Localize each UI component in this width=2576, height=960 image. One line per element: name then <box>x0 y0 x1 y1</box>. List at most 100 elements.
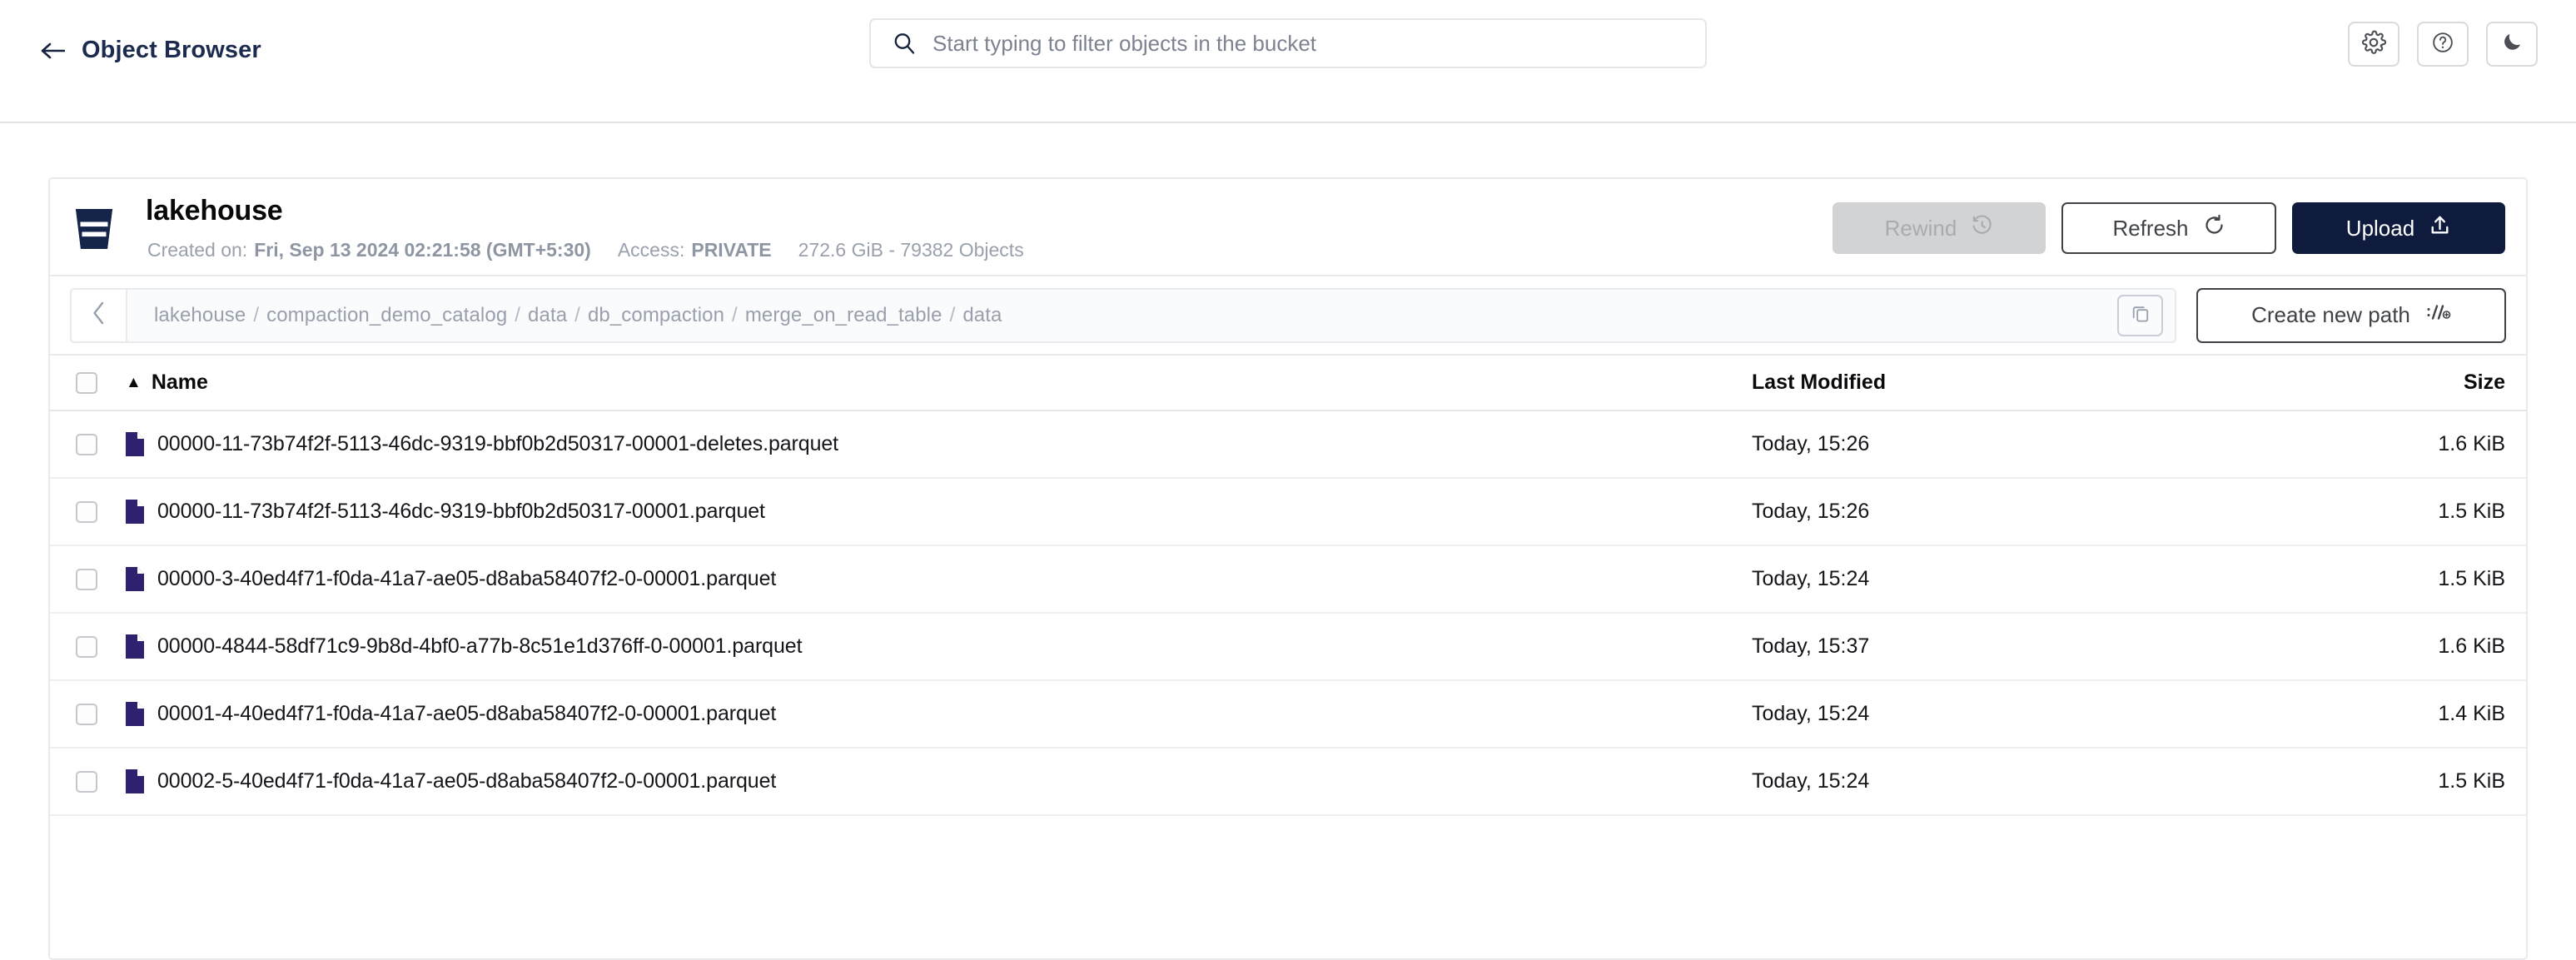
table-row[interactable]: 00000-3-40ed4f71-f0da-41a7-ae05-d8aba584… <box>50 546 2526 614</box>
breadcrumb-separator: / <box>574 303 580 326</box>
row-checkbox[interactable] <box>76 703 97 725</box>
table-body: 00000-11-73b74f2f-5113-46dc-9319-bbf0b2d… <box>50 411 2526 816</box>
object-name-cell[interactable]: 00001-4-40ed4f71-f0da-41a7-ae05-d8aba584… <box>123 702 1752 726</box>
created-on-label: Created on: <box>147 239 248 261</box>
row-select-cell <box>50 433 123 455</box>
bucket-browser-card: lakehouse Created on: Fri, Sep 13 2024 0… <box>48 177 2528 960</box>
row-select-cell <box>50 635 123 658</box>
gear-icon <box>2361 30 2387 59</box>
breadcrumb-segment[interactable]: data <box>528 304 567 326</box>
object-name: 00002-5-40ed4f71-f0da-41a7-ae05-d8aba584… <box>157 769 777 793</box>
parquet-file-icon <box>126 702 144 726</box>
created-on-value: Fri, Sep 13 2024 02:21:58 (GMT+5:30) <box>254 239 591 261</box>
refresh-button[interactable]: Refresh <box>2061 202 2276 254</box>
bucket-name: lakehouse <box>146 195 283 226</box>
search-icon <box>893 32 916 55</box>
object-name: 00000-4844-58df71c9-9b8d-4bf0-a77b-8c51e… <box>157 634 803 658</box>
search-bar[interactable] <box>869 18 1707 68</box>
chevron-left-icon <box>89 301 109 330</box>
table-row[interactable]: 00002-5-40ed4f71-f0da-41a7-ae05-d8aba584… <box>50 749 2526 816</box>
parquet-file-icon <box>126 567 144 591</box>
access-label: Access: <box>617 239 685 261</box>
breadcrumb-path: lakehouse / compaction_demo_catalog / data / d… <box>126 287 2176 343</box>
object-name: 00000-11-73b74f2f-5113-46dc-9319-bbf0b2d… <box>157 432 839 455</box>
row-select-cell <box>50 568 123 590</box>
row-select-cell <box>50 703 123 725</box>
row-checkbox[interactable] <box>76 770 97 793</box>
table-row[interactable]: 00000-4844-58df71c9-9b8d-4bf0-a77b-8c51e… <box>50 614 2526 681</box>
refresh-icon <box>2203 214 2225 242</box>
object-last-modified: Today, 15:26 <box>1752 432 1870 455</box>
object-name-cell[interactable]: 00000-11-73b74f2f-5113-46dc-9319-bbf0b2d… <box>123 432 1752 456</box>
object-last-modified: Today, 15:24 <box>1752 769 1870 793</box>
create-new-path-label: Create new path <box>2251 302 2410 327</box>
breadcrumb: lakehouse / compaction_demo_catalog / data / d… <box>154 304 1002 327</box>
create-new-path-button[interactable]: Create new path <box>2196 287 2506 343</box>
object-name-cell[interactable]: 00000-11-73b74f2f-5113-46dc-9319-bbf0b2d… <box>123 500 1752 524</box>
breadcrumb-separator: / <box>949 303 956 326</box>
row-select-cell <box>50 770 123 793</box>
upload-button[interactable]: Upload <box>2292 202 2505 254</box>
object-last-modified: Today, 15:24 <box>1752 567 1870 590</box>
table-row[interactable]: 00001-4-40ed4f71-f0da-41a7-ae05-d8aba584… <box>50 681 2526 749</box>
upload-icon <box>2429 214 2451 242</box>
breadcrumb-segment[interactable]: compaction_demo_catalog <box>266 304 507 326</box>
breadcrumb-back-button[interactable] <box>70 287 126 343</box>
rewind-button[interactable]: Rewind <box>1833 202 2046 254</box>
object-name: 00000-11-73b74f2f-5113-46dc-9319-bbf0b2d… <box>157 500 765 523</box>
object-size: 1.5 KiB <box>2438 500 2505 523</box>
breadcrumb-separator: / <box>732 303 738 326</box>
back-to-buckets-link[interactable]: Object Browser <box>38 37 261 64</box>
parquet-file-icon <box>126 769 144 793</box>
search-input[interactable] <box>932 30 1665 57</box>
access-value: PRIVATE <box>691 239 772 261</box>
sort-ascending-icon: ▲ <box>126 373 142 391</box>
select-all-checkbox[interactable] <box>76 371 97 394</box>
breadcrumb-segment[interactable]: merge_on_read_table <box>745 304 942 326</box>
parquet-file-icon <box>126 634 144 659</box>
object-size: 1.6 KiB <box>2438 634 2505 658</box>
row-checkbox[interactable] <box>76 635 97 658</box>
column-header-name[interactable]: ▲ Name <box>123 371 1752 395</box>
object-last-modified: Today, 15:26 <box>1752 500 1870 523</box>
objects-table: ▲ Name Last Modified Size 00000-11-73b74… <box>50 356 2526 816</box>
row-checkbox[interactable] <box>76 433 97 455</box>
copy-icon <box>2131 303 2151 327</box>
object-last-modified: Today, 15:37 <box>1752 634 1870 658</box>
object-last-modified: Today, 15:24 <box>1752 702 1870 725</box>
dark-mode-toggle[interactable] <box>2486 22 2538 67</box>
refresh-button-label: Refresh <box>2112 215 2189 241</box>
moon-icon <box>2501 31 2524 57</box>
help-button[interactable] <box>2417 22 2469 67</box>
breadcrumb-segment[interactable]: data <box>962 304 1002 326</box>
back-label: Object Browser <box>82 37 261 63</box>
rewind-button-label: Rewind <box>1884 215 1957 241</box>
object-size: 1.5 KiB <box>2438 769 2505 793</box>
question-circle-icon <box>2431 31 2454 58</box>
breadcrumb-segment[interactable]: db_compaction <box>588 304 724 326</box>
object-size: 1.6 KiB <box>2438 432 2505 455</box>
table-row[interactable]: 00000-11-73b74f2f-5113-46dc-9319-bbf0b2d… <box>50 479 2526 546</box>
object-name-cell[interactable]: 00000-3-40ed4f71-f0da-41a7-ae05-d8aba584… <box>123 567 1752 591</box>
object-name-cell[interactable]: 00000-4844-58df71c9-9b8d-4bf0-a77b-8c51e… <box>123 634 1752 659</box>
table-header-row: ▲ Name Last Modified Size <box>50 356 2526 411</box>
row-checkbox[interactable] <box>76 568 97 590</box>
arrow-left-icon <box>38 39 67 62</box>
parquet-file-icon <box>126 500 144 524</box>
object-size: 1.4 KiB <box>2438 702 2505 725</box>
table-row[interactable]: 00000-11-73b74f2f-5113-46dc-9319-bbf0b2d… <box>50 411 2526 479</box>
object-name-cell[interactable]: 00002-5-40ed4f71-f0da-41a7-ae05-d8aba584… <box>123 769 1752 793</box>
row-checkbox[interactable] <box>76 500 97 523</box>
breadcrumb-segment[interactable]: lakehouse <box>154 304 246 326</box>
bucket-icon <box>72 206 116 251</box>
column-header-last-modified[interactable]: Last Modified <box>1752 371 2335 395</box>
bucket-header: lakehouse Created on: Fri, Sep 13 2024 0… <box>50 179 2526 276</box>
parquet-file-icon <box>126 432 144 456</box>
copy-path-button[interactable] <box>2117 294 2163 336</box>
breadcrumb-separator: / <box>253 303 260 326</box>
settings-button[interactable] <box>2348 22 2399 67</box>
object-name: 00001-4-40ed4f71-f0da-41a7-ae05-d8aba584… <box>157 702 777 725</box>
top-bar: Object Browser <box>0 0 2576 123</box>
object-name: 00000-3-40ed4f71-f0da-41a7-ae05-d8aba584… <box>157 567 777 590</box>
column-header-size[interactable]: Size <box>2335 371 2526 395</box>
